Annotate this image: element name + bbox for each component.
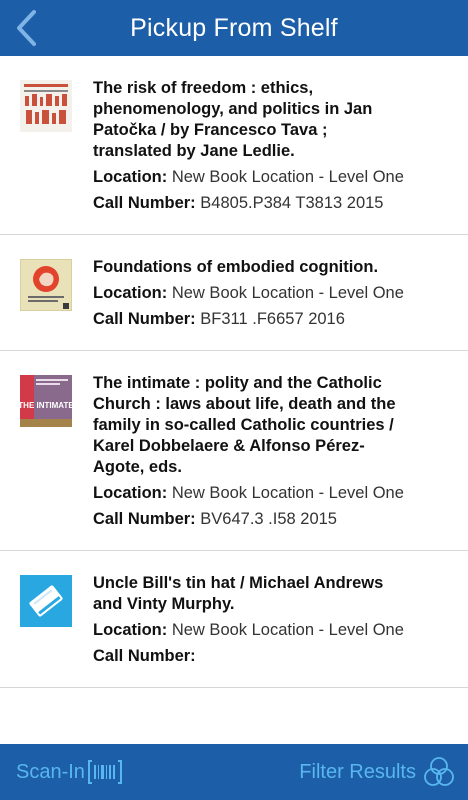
scan-in-button[interactable]: Scan-In (16, 759, 123, 785)
location-label: Location: (93, 168, 168, 186)
call-number-value: BV647.3 .I58 2015 (200, 510, 337, 528)
list-item[interactable]: The risk of freedom : ethics, phenomenol… (0, 56, 468, 235)
book-cover-embodied-cognition (20, 259, 72, 311)
scan-in-label: Scan-In (16, 760, 85, 783)
list-item[interactable]: THE INTIMATE The intimate : polity and t… (0, 351, 468, 551)
page-title: Pickup From Shelf (130, 13, 338, 42)
location-label: Location: (93, 621, 168, 639)
item-title: The intimate : polity and the Catholic C… (93, 374, 396, 476)
book-cover-the-intimate: THE INTIMATE (20, 375, 72, 427)
location-value: New Book Location - Level One (171, 621, 404, 639)
list-item[interactable]: Foundations of embodied cognition. Locat… (0, 235, 468, 351)
filter-results-label: Filter Results (299, 760, 416, 783)
location-label: Location: (93, 484, 168, 502)
cover-text: THE INTIMATE (20, 401, 72, 410)
item-location: Location: New Book Location - Level One (93, 620, 408, 641)
book-cover-risk-of-freedom (20, 80, 72, 132)
list-item[interactable]: Uncle Bill's tin hat / Michael Andrews a… (0, 551, 468, 688)
item-call-number: Call Number: BF311 .F6657 2016 (93, 309, 408, 330)
item-location: Location: New Book Location - Level One (93, 483, 408, 504)
call-number-label: Call Number: (93, 310, 196, 328)
item-call-number: Call Number: (93, 646, 408, 667)
item-title: Foundations of embodied cognition. (93, 258, 379, 276)
barcode-icon (87, 760, 122, 784)
call-number-value: BF311 .F6657 2016 (200, 310, 345, 328)
call-number-label: Call Number: (93, 510, 196, 528)
location-label: Location: (93, 284, 168, 302)
call-number-value: B4805.P384 T3813 2015 (200, 194, 384, 212)
item-location: Location: New Book Location - Level One (93, 283, 408, 304)
item-location: Location: New Book Location - Level One (93, 167, 408, 188)
results-list: The risk of freedom : ethics, phenomenol… (0, 56, 468, 744)
generic-book-icon (20, 575, 72, 627)
venn-filter-icon (424, 757, 454, 786)
back-button[interactable] (6, 8, 46, 48)
footer-bar: Scan-In Filter Results (0, 744, 468, 800)
chevron-left-icon (17, 10, 36, 46)
call-number-label: Call Number: (93, 194, 196, 212)
location-value: New Book Location - Level One (171, 168, 404, 186)
location-value: New Book Location - Level One (171, 484, 404, 502)
call-number-label: Call Number: (93, 647, 196, 665)
header-bar: Pickup From Shelf (0, 0, 468, 56)
item-title: Uncle Bill's tin hat / Michael Andrews a… (93, 574, 384, 613)
item-call-number: Call Number: B4805.P384 T3813 2015 (93, 193, 408, 214)
location-value: New Book Location - Level One (171, 284, 404, 302)
filter-results-button[interactable]: Filter Results (299, 756, 456, 788)
item-title: The risk of freedom : ethics, phenomenol… (93, 79, 373, 160)
item-call-number: Call Number: BV647.3 .I58 2015 (93, 509, 408, 530)
